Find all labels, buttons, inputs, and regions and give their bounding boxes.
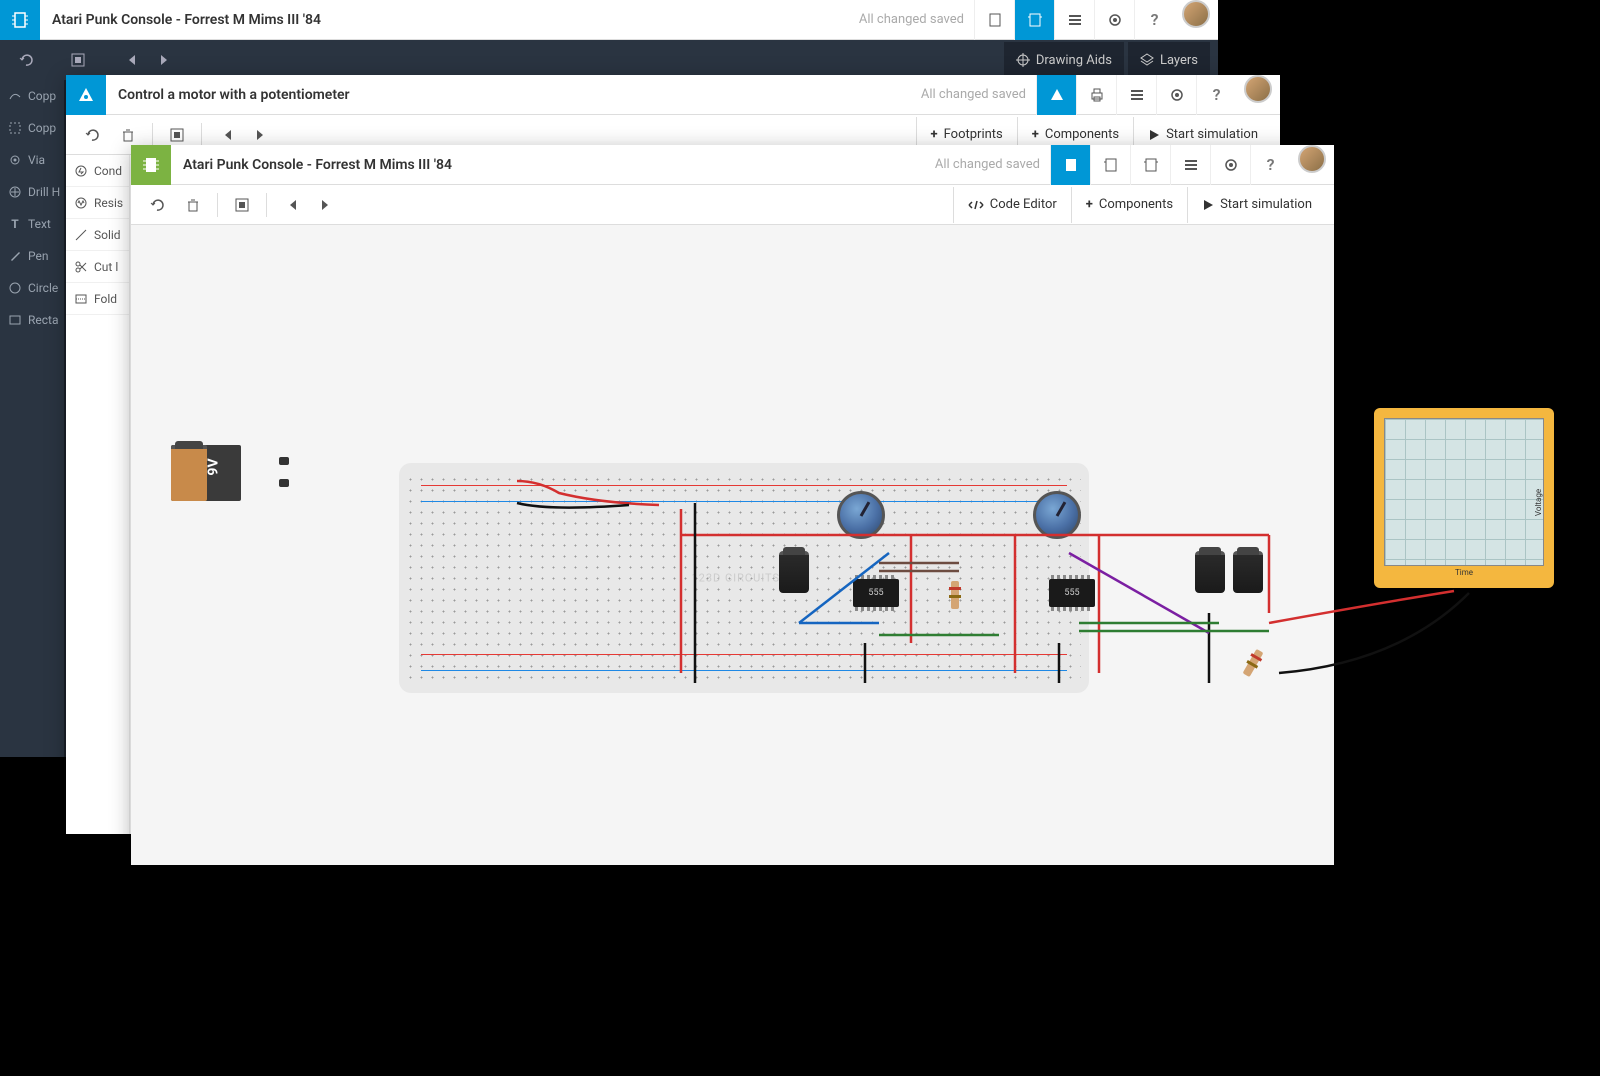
print-button[interactable] bbox=[1076, 75, 1116, 115]
undo-button[interactable] bbox=[8, 42, 44, 78]
view-schematic-button[interactable] bbox=[1036, 75, 1076, 115]
toolbar: Code Editor + Components Start simulatio… bbox=[131, 185, 1334, 225]
tool-fold[interactable]: Fold bbox=[66, 283, 129, 315]
component-555-timer-1[interactable]: 555 bbox=[853, 579, 899, 607]
target-icon bbox=[1016, 53, 1030, 67]
components-button[interactable]: + Components bbox=[1071, 187, 1187, 223]
tool-copper-fill[interactable]: Copp bbox=[0, 112, 64, 144]
tool-via[interactable]: Via bbox=[0, 144, 64, 176]
tool-sidebar: Cond Resis Solid Cut l Fold bbox=[66, 155, 130, 834]
tool-sidebar: Copp Copp Via Drill H TText Pen Circle R… bbox=[0, 80, 64, 757]
user-avatar[interactable] bbox=[1182, 0, 1210, 28]
delete-button[interactable] bbox=[175, 187, 211, 223]
project-title: Atari Punk Console - Forrest M Mims III … bbox=[52, 12, 859, 28]
layers-button[interactable]: Layers bbox=[1128, 42, 1210, 78]
user-avatar[interactable] bbox=[1244, 75, 1272, 103]
view-schematic-button[interactable] bbox=[1090, 145, 1130, 185]
header-bar: Atari Punk Console - Forrest M Mims III … bbox=[131, 145, 1334, 185]
settings-button[interactable] bbox=[1156, 75, 1196, 115]
view-list-button[interactable] bbox=[1170, 145, 1210, 185]
next-button[interactable] bbox=[309, 187, 345, 223]
view-list-button[interactable] bbox=[1054, 0, 1094, 40]
view-pcb-button[interactable] bbox=[1014, 0, 1054, 40]
scope-y-axis-label: Voltage bbox=[1534, 489, 1543, 516]
play-icon bbox=[1148, 129, 1160, 141]
plus-icon: + bbox=[931, 127, 938, 142]
save-status: All changed saved bbox=[935, 157, 1040, 172]
tool-copper-trace[interactable]: Copp bbox=[0, 80, 64, 112]
tool-cut-line[interactable]: Cut l bbox=[66, 251, 129, 283]
user-avatar[interactable] bbox=[1298, 145, 1326, 173]
tool-resistive[interactable]: Resis bbox=[66, 187, 129, 219]
component-oscilloscope[interactable]: Time Voltage bbox=[1374, 408, 1554, 588]
tool-conductive[interactable]: Cond bbox=[66, 155, 129, 187]
header-bar: Atari Punk Console - Forrest M Mims III … bbox=[0, 0, 1218, 40]
component-potentiometer-1[interactable] bbox=[837, 491, 885, 539]
header-bar: Control a motor with a potentiometer All… bbox=[66, 75, 1280, 115]
play-icon bbox=[1202, 199, 1214, 211]
save-status: All changed saved bbox=[859, 12, 964, 27]
save-status: All changed saved bbox=[921, 87, 1026, 102]
app-logo-triangle-icon[interactable] bbox=[66, 75, 106, 115]
prev-button[interactable] bbox=[112, 42, 148, 78]
project-title: Control a motor with a potentiometer bbox=[118, 87, 921, 103]
component-potentiometer-2[interactable] bbox=[1033, 491, 1081, 539]
help-button[interactable]: ? bbox=[1196, 75, 1236, 115]
next-button[interactable] bbox=[148, 42, 184, 78]
component-battery-9v[interactable]: 9V bbox=[171, 445, 277, 501]
tool-rectangle[interactable]: Recta bbox=[0, 304, 64, 336]
component-555-timer-2[interactable]: 555 bbox=[1049, 579, 1095, 607]
code-editor-label: Code Editor bbox=[990, 197, 1057, 212]
component-capacitor-1[interactable] bbox=[779, 551, 809, 593]
footprints-label: Footprints bbox=[944, 127, 1003, 142]
app-logo-chip-icon[interactable] bbox=[131, 145, 171, 185]
tool-drill-hole[interactable]: Drill H bbox=[0, 176, 64, 208]
tool-circle[interactable]: Circle bbox=[0, 272, 64, 304]
help-button[interactable]: ? bbox=[1250, 145, 1290, 185]
code-editor-button[interactable]: Code Editor bbox=[953, 187, 1071, 223]
view-breadboard-button[interactable] bbox=[1050, 145, 1090, 185]
breadboard-canvas[interactable]: 9V 123D CIRCUITS.IO 555 555 bbox=[131, 225, 1334, 865]
start-sim-label: Start simulation bbox=[1166, 127, 1258, 142]
tool-text[interactable]: TText bbox=[0, 208, 64, 240]
settings-button[interactable] bbox=[1210, 145, 1250, 185]
components-label: Components bbox=[1099, 197, 1173, 212]
undo-button[interactable] bbox=[74, 117, 110, 153]
component-resistor-1[interactable] bbox=[951, 581, 959, 609]
settings-button[interactable] bbox=[1094, 0, 1134, 40]
tool-pen[interactable]: Pen bbox=[0, 240, 64, 272]
battery-voltage-label: 9V bbox=[206, 458, 222, 475]
view-list-button[interactable] bbox=[1116, 75, 1156, 115]
drawing-aids-label: Drawing Aids bbox=[1036, 53, 1112, 68]
start-sim-label: Start simulation bbox=[1220, 197, 1312, 212]
view-schematic-button[interactable] bbox=[974, 0, 1014, 40]
scope-x-axis-label: Time bbox=[1384, 568, 1544, 577]
app-logo-pcb-icon[interactable] bbox=[0, 0, 40, 40]
prev-button[interactable] bbox=[273, 187, 309, 223]
tool-solid[interactable]: Solid bbox=[66, 219, 129, 251]
fit-view-button[interactable] bbox=[60, 42, 96, 78]
component-capacitor-2[interactable] bbox=[1195, 551, 1225, 593]
component-breadboard[interactable]: 123D CIRCUITS.IO 555 555 Time Voltage bbox=[399, 463, 1089, 693]
plus-icon: + bbox=[1086, 197, 1093, 212]
components-label: Components bbox=[1045, 127, 1119, 142]
scope-screen bbox=[1384, 418, 1544, 566]
help-button[interactable]: ? bbox=[1134, 0, 1174, 40]
view-pcb-button[interactable] bbox=[1130, 145, 1170, 185]
fit-view-button[interactable] bbox=[224, 187, 260, 223]
layers-icon bbox=[1140, 53, 1154, 67]
drawing-aids-button[interactable]: Drawing Aids bbox=[1004, 42, 1124, 78]
window-breadboard-simulator: Atari Punk Console - Forrest M Mims III … bbox=[131, 145, 1334, 865]
layers-label: Layers bbox=[1160, 53, 1198, 68]
code-icon bbox=[968, 199, 984, 211]
undo-button[interactable] bbox=[139, 187, 175, 223]
component-capacitor-3[interactable] bbox=[1233, 551, 1263, 593]
project-title: Atari Punk Console - Forrest M Mims III … bbox=[183, 157, 935, 173]
plus-icon: + bbox=[1032, 127, 1039, 142]
component-resistor-2[interactable] bbox=[1243, 649, 1264, 677]
start-simulation-button[interactable]: Start simulation bbox=[1187, 187, 1326, 223]
